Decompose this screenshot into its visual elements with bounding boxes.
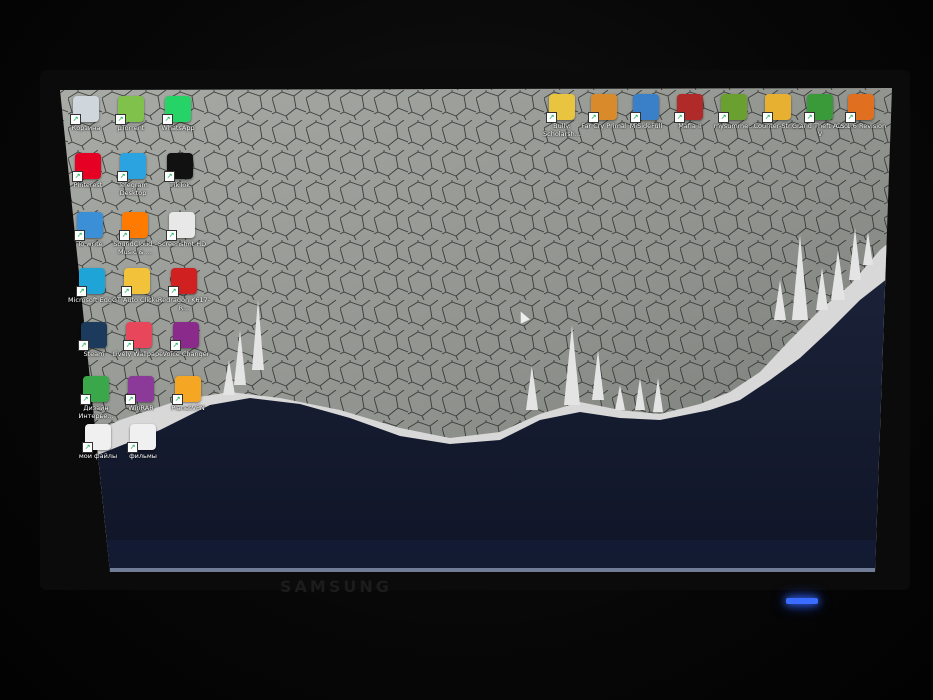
shortcut-arrow-icon: ↗ xyxy=(72,171,83,182)
planetvpn-icon: ↗ xyxy=(172,376,201,405)
shortcut-arrow-icon: ↗ xyxy=(123,340,134,351)
shortcut-arrow-icon: ↗ xyxy=(630,112,641,123)
shortcut-arrow-icon: ↗ xyxy=(74,230,85,241)
shortcut-arrow-icon: ↗ xyxy=(70,114,81,125)
counter-strike-2-icon: ↗ xyxy=(762,94,791,123)
miside-icon: ↗ xyxy=(630,94,659,123)
file-icon: ↗ xyxy=(82,424,111,453)
shortcut-arrow-icon: ↗ xyxy=(121,286,132,297)
shortcut-arrow-icon: ↗ xyxy=(718,112,729,123)
whatsapp-icon: ↗ xyxy=(162,96,191,125)
shortcut-arrow-icon: ↗ xyxy=(127,442,138,453)
shortcut-arrow-icon: ↗ xyxy=(78,340,89,351)
notepad-icon: ↗ xyxy=(74,212,103,241)
far-cry-primal-icon: ↗ xyxy=(588,94,617,123)
desktop-icon-label: CS 1.6 Revision xyxy=(835,122,887,130)
desktop-icon-planetvpn[interactable]: ↗ PlanetVPN xyxy=(160,376,216,412)
desktop-icon-label: TikTok xyxy=(170,181,190,189)
desktop-icon-label: PlanetVPN xyxy=(171,404,205,412)
redragon-icon: ↗ xyxy=(168,268,197,297)
desktop-icon-label: Voice Changer xyxy=(162,350,210,358)
shortcut-arrow-icon: ↗ xyxy=(546,112,557,123)
gta-v-icon: ↗ xyxy=(804,94,833,123)
autoclicker-icon: ↗ xyxy=(121,268,150,297)
shortcut-arrow-icon: ↗ xyxy=(82,442,93,453)
bully-icon: ↗ xyxy=(546,94,575,123)
desktop-icon-redragon[interactable]: ↗ Redragon K617-R... xyxy=(156,268,212,312)
recycle-bin-icon: ↗ xyxy=(70,96,99,125)
shortcut-arrow-icon: ↗ xyxy=(80,394,91,405)
winrar-icon: ↗ xyxy=(125,376,154,405)
steam-icon: ↗ xyxy=(78,322,107,351)
shortcut-arrow-icon: ↗ xyxy=(172,394,183,405)
shortcut-arrow-icon: ↗ xyxy=(674,112,685,123)
monitor-brand-logo: SAMSUNG xyxy=(280,577,392,596)
desktop-icon-tiktok[interactable]: ↗ TikTok xyxy=(152,153,208,189)
desktop-icon-microphone[interactable]: ↗ Voice Changer xyxy=(158,322,214,358)
shortcut-arrow-icon: ↗ xyxy=(845,112,856,123)
desktop-icon-file[interactable]: ↗ фильмы xyxy=(115,424,171,460)
design-icon: ↗ xyxy=(80,376,109,405)
shortcut-arrow-icon: ↗ xyxy=(76,286,87,297)
screenshot-icon: ↗ xyxy=(166,212,195,241)
shortcut-arrow-icon: ↗ xyxy=(164,171,175,182)
desktop-icon-screenshot[interactable]: ↗ Screenshot HD xyxy=(154,212,210,248)
desktop-icon-cs16[interactable]: ↗ CS 1.6 Revision xyxy=(833,94,889,130)
desktop-icon-label: Redragon K617-R... xyxy=(157,296,211,312)
shortcut-arrow-icon: ↗ xyxy=(119,230,130,241)
shortcut-arrow-icon: ↗ xyxy=(125,394,136,405)
desktop-icon-label: Screenshot HD xyxy=(157,240,207,248)
shortcut-arrow-icon: ↗ xyxy=(588,112,599,123)
shortcut-arrow-icon: ↗ xyxy=(804,112,815,123)
lively-wallpaper-icon: ↗ xyxy=(123,322,152,351)
monitor-power-led-icon[interactable] xyxy=(786,598,818,604)
mafia-icon: ↗ xyxy=(674,94,703,123)
edge-icon: ↗ xyxy=(76,268,105,297)
telegram-icon: ↗ xyxy=(117,153,146,182)
my-summer-car-icon: ↗ xyxy=(718,94,747,123)
shortcut-arrow-icon: ↗ xyxy=(162,114,173,125)
shortcut-arrow-icon: ↗ xyxy=(115,114,126,125)
tiktok-icon: ↗ xyxy=(164,153,193,182)
soundcloud-icon: ↗ xyxy=(119,212,148,241)
shortcut-arrow-icon: ↗ xyxy=(168,286,179,297)
shortcut-arrow-icon: ↗ xyxy=(166,230,177,241)
desktop-icon-label: фильмы xyxy=(129,452,157,460)
desktop-icon-label: WhatsApp xyxy=(161,124,195,132)
shortcut-arrow-icon: ↗ xyxy=(117,171,128,182)
file-icon: ↗ xyxy=(127,424,156,453)
microphone-icon: ↗ xyxy=(170,322,199,351)
desktop-icon-whatsapp[interactable]: ↗ WhatsApp xyxy=(150,96,206,132)
pinterest-icon: ↗ xyxy=(72,153,101,182)
cs16-icon: ↗ xyxy=(845,94,874,123)
shortcut-arrow-icon: ↗ xyxy=(762,112,773,123)
utorrent-icon: ↗ xyxy=(115,96,144,125)
shortcut-arrow-icon: ↗ xyxy=(170,340,181,351)
